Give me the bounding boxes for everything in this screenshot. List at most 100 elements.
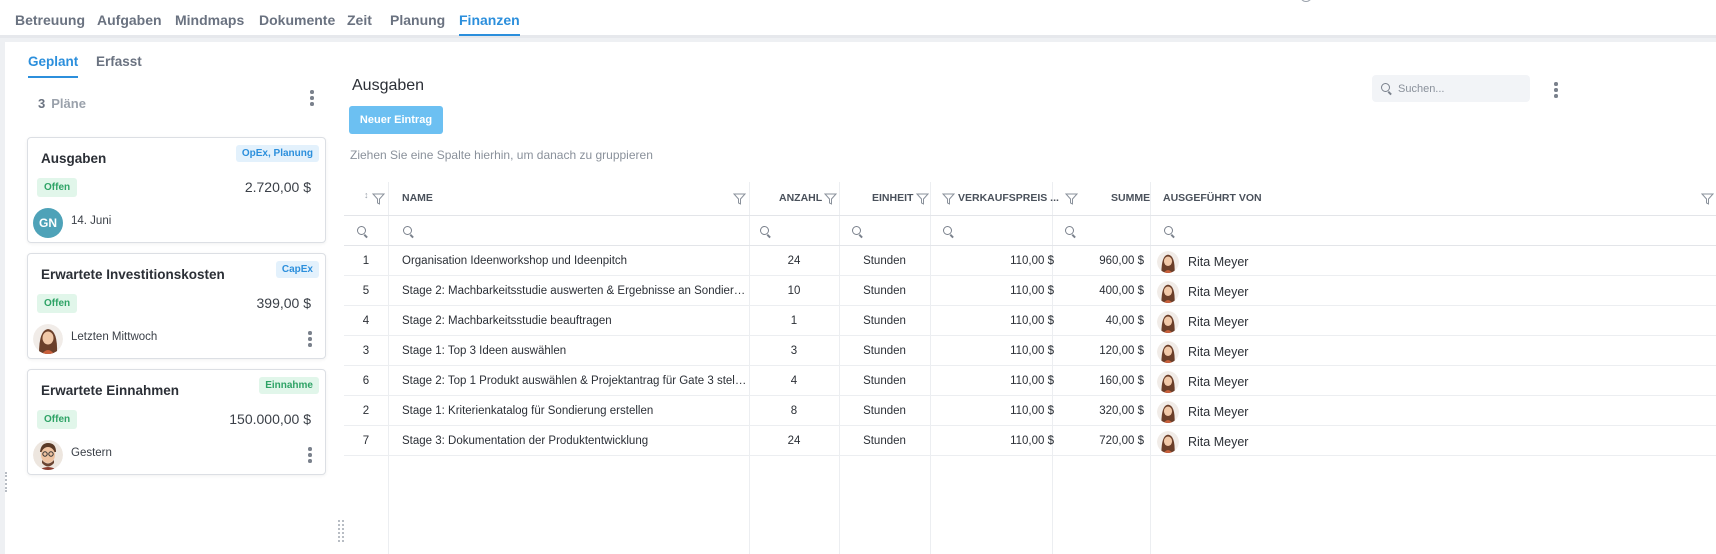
plans-count-number: 3 bbox=[38, 96, 46, 111]
cell-summe: 960,00 $ bbox=[1099, 255, 1144, 267]
plan-card-date: Gestern bbox=[71, 447, 112, 459]
filter-icon[interactable] bbox=[942, 193, 955, 205]
cell-einheit: Stunden bbox=[863, 375, 906, 387]
cell-summe: 400,00 $ bbox=[1099, 285, 1144, 297]
search-icon[interactable] bbox=[760, 226, 772, 238]
search-icon[interactable] bbox=[357, 226, 369, 238]
cell-ausgefuehrt-von: Rita Meyer bbox=[1188, 255, 1249, 269]
cell-anzahl: 3 bbox=[790, 345, 798, 357]
avatar bbox=[1157, 251, 1179, 273]
sort-icon[interactable]: ↕ bbox=[364, 190, 369, 200]
filter-icon[interactable] bbox=[824, 193, 837, 205]
avatar bbox=[1157, 281, 1179, 303]
table-row[interactable]: 3 Stage 1: Top 3 Ideen auswählen 3 Stunden 1… bbox=[344, 336, 1716, 366]
column-header-einheit[interactable]: EINHEIT bbox=[872, 192, 913, 204]
search-box[interactable] bbox=[1372, 75, 1530, 102]
cell-einheit: Stunden bbox=[863, 255, 906, 267]
table-row[interactable]: 4 Stage 2: Machbarkeitsstudie beauftragen… bbox=[344, 306, 1716, 336]
search-icon[interactable] bbox=[943, 226, 955, 238]
cell-summe: 320,00 $ bbox=[1099, 405, 1144, 417]
new-entry-button[interactable]: Neuer Eintrag bbox=[349, 106, 443, 134]
column-header-summe[interactable]: SUMME bbox=[1111, 192, 1150, 204]
plan-card-menu-icon[interactable] bbox=[303, 330, 317, 348]
cell-ausgefuehrt-von: Rita Meyer bbox=[1188, 345, 1249, 359]
filter-icon[interactable] bbox=[916, 193, 929, 205]
plan-card-title: Erwartete Investitionskosten bbox=[41, 267, 225, 282]
avatar bbox=[1157, 401, 1179, 423]
grid-menu-icon[interactable] bbox=[1549, 81, 1563, 99]
tab-dokumente[interactable]: Dokumente bbox=[259, 12, 335, 34]
cell-nr: 7 bbox=[362, 435, 370, 447]
cell-nr: 2 bbox=[362, 405, 370, 417]
cell-summe: 120,00 $ bbox=[1099, 345, 1144, 357]
search-icon[interactable] bbox=[852, 226, 864, 238]
plan-card-title: Ausgaben bbox=[41, 151, 107, 166]
plans-count-label: Pläne bbox=[51, 96, 86, 111]
cell-name: Stage 1: Top 3 Ideen auswählen bbox=[402, 345, 567, 357]
cell-ausgefuehrt-von: Rita Meyer bbox=[1188, 315, 1249, 329]
search-icon[interactable] bbox=[1164, 226, 1176, 238]
column-header-ausgefuehrt-von[interactable]: AUSGEFÜHRT VON bbox=[1163, 192, 1262, 204]
filter-icon[interactable] bbox=[1065, 193, 1078, 205]
plan-card-amount: 399,00 $ bbox=[256, 295, 312, 311]
cell-name: Stage 1: Kriterienkatalog für Sondierung… bbox=[402, 405, 654, 417]
cell-anzahl: 24 bbox=[787, 255, 801, 267]
column-header-verkaufspreis[interactable]: VERKAUFSPREIS ... bbox=[958, 192, 1059, 204]
cell-ausgefuehrt-von: Rita Meyer bbox=[1188, 405, 1249, 419]
cell-anzahl: 8 bbox=[790, 405, 798, 417]
cell-verkaufspreis: 110,00 $ bbox=[1010, 285, 1054, 297]
search-input[interactable] bbox=[1398, 75, 1523, 102]
cell-verkaufspreis: 110,00 $ bbox=[1010, 375, 1054, 387]
cell-nr: 1 bbox=[362, 255, 370, 267]
table-row[interactable]: 5 Stage 2: Machbarkeitsstudie auswerten &… bbox=[344, 276, 1716, 306]
cell-verkaufspreis: 110,00 $ bbox=[1010, 255, 1054, 267]
cell-einheit: Stunden bbox=[863, 345, 906, 357]
tab-aufgaben[interactable]: Aufgaben bbox=[97, 12, 162, 34]
status-badge: Offen bbox=[37, 294, 78, 313]
search-icon[interactable] bbox=[1065, 226, 1077, 238]
table-row[interactable]: 2 Stage 1: Kriterienkatalog für Sondierun… bbox=[344, 396, 1716, 426]
cell-verkaufspreis: 110,00 $ bbox=[1010, 435, 1054, 447]
tab-betreuung[interactable]: Betreuung bbox=[15, 12, 85, 34]
cell-nr: 6 bbox=[362, 375, 370, 387]
tab-zeit[interactable]: Zeit bbox=[347, 12, 372, 34]
column-header-anzahl[interactable]: ANZAHL bbox=[779, 192, 822, 204]
group-drop-zone[interactable]: Ziehen Sie eine Spalte hierhin, um danac… bbox=[350, 148, 653, 162]
user-menu-icon[interactable] bbox=[1300, 0, 1312, 2]
filter-icon[interactable] bbox=[372, 193, 385, 205]
table-row[interactable]: 1 Organisation Ideenworkshop und Ideenpit… bbox=[344, 246, 1716, 276]
cell-einheit: Stunden bbox=[863, 285, 906, 297]
cell-ausgefuehrt-von: Rita Meyer bbox=[1188, 375, 1249, 389]
tab-mindmaps[interactable]: Mindmaps bbox=[175, 12, 244, 34]
cell-einheit: Stunden bbox=[863, 435, 906, 447]
avatar bbox=[1157, 371, 1179, 393]
filter-icon[interactable] bbox=[733, 193, 746, 205]
cell-nr: 4 bbox=[362, 315, 370, 327]
plan-card-ausgaben[interactable]: Ausgaben OpEx, Planung Offen 2.720,00 $ … bbox=[27, 137, 326, 243]
plan-card-date: 14. Juni bbox=[71, 215, 112, 227]
subtab-geplant[interactable]: Geplant bbox=[28, 54, 79, 78]
column-header-name[interactable]: NAME bbox=[402, 192, 433, 204]
search-icon[interactable] bbox=[403, 226, 415, 238]
cell-anzahl: 24 bbox=[787, 435, 801, 447]
table-row[interactable]: 6 Stage 2: Top 1 Produkt auswählen & Proj… bbox=[344, 366, 1716, 396]
tab-planung[interactable]: Planung bbox=[390, 12, 445, 34]
expenses-grid: ↕ NAME ANZAHL EINHEIT VERKAUFSPREIS ... … bbox=[344, 179, 1716, 554]
plan-card-menu-icon[interactable] bbox=[303, 446, 317, 464]
cell-ausgefuehrt-von: Rita Meyer bbox=[1188, 435, 1249, 449]
plan-card-investitionskosten[interactable]: Erwartete Investitionskosten CapEx Offen… bbox=[27, 253, 326, 359]
cell-anzahl: 1 bbox=[790, 315, 798, 327]
avatar bbox=[33, 324, 63, 354]
cell-anzahl: 4 bbox=[790, 375, 798, 387]
subtab-erfasst[interactable]: Erfasst bbox=[96, 54, 142, 76]
plans-menu-icon[interactable] bbox=[305, 89, 319, 107]
left-edge-resize-handle[interactable] bbox=[5, 472, 9, 492]
plan-card-einnahmen[interactable]: Erwartete Einnahmen Einnahme Offen 150.0… bbox=[27, 369, 326, 475]
table-row[interactable]: 7 Stage 3: Dokumentation der Produktentwi… bbox=[344, 426, 1716, 456]
cell-einheit: Stunden bbox=[863, 315, 906, 327]
avatar bbox=[33, 440, 63, 470]
plan-card-tag: CapEx bbox=[275, 261, 319, 278]
cell-verkaufspreis: 110,00 $ bbox=[1010, 405, 1054, 417]
tab-finanzen[interactable]: Finanzen bbox=[459, 12, 520, 36]
filter-icon[interactable] bbox=[1701, 193, 1714, 205]
